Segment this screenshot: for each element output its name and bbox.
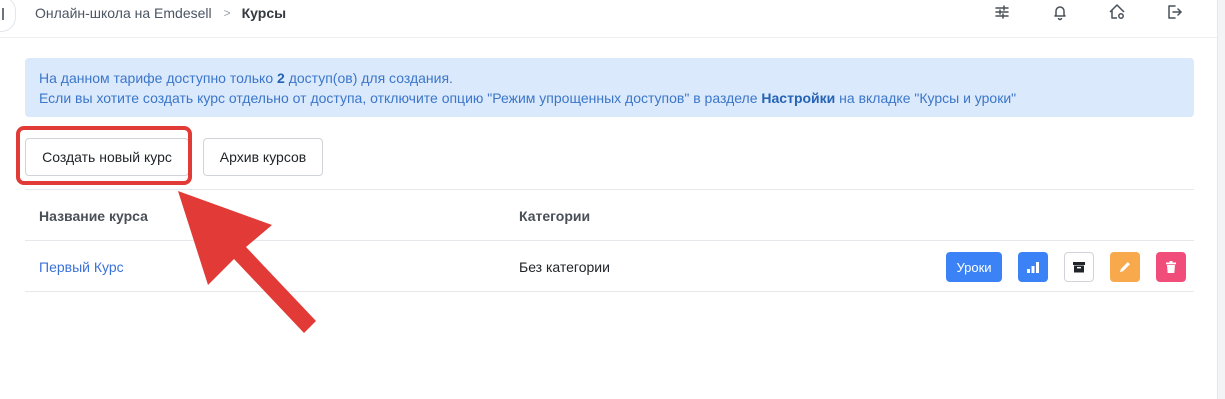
archive-course-button[interactable] bbox=[1064, 252, 1094, 282]
highlight-frame bbox=[16, 126, 192, 185]
course-category: Без категории bbox=[519, 259, 610, 275]
top-bar: Онлайн-школа на Emdesell > Курсы bbox=[0, 0, 1225, 38]
alert-line-2-prefix: Если вы хотите создать курс отдельно от … bbox=[39, 90, 762, 106]
breadcrumb-parent[interactable]: Онлайн-школа на Emdesell bbox=[35, 5, 212, 21]
column-header-name: Название курса bbox=[39, 208, 148, 224]
alert-line-1-prefix: На данном тарифе доступно только bbox=[39, 70, 278, 86]
scrollbar[interactable] bbox=[1217, 0, 1225, 399]
alert-line-1-suffix: доступ(ов) для создания. bbox=[284, 70, 453, 86]
home-settings-icon[interactable] bbox=[1107, 2, 1127, 22]
annotation-arrow bbox=[178, 191, 316, 333]
info-alert: На данном тарифе доступно только 2 досту… bbox=[25, 58, 1194, 117]
column-header-category: Категории bbox=[519, 208, 591, 224]
course-archive-button[interactable]: Архив курсов bbox=[203, 138, 323, 176]
menu-icon bbox=[2, 8, 4, 20]
bell-icon[interactable] bbox=[1050, 2, 1070, 22]
bar-chart-icon bbox=[1027, 262, 1039, 273]
settings-link[interactable]: Настройки bbox=[761, 90, 835, 106]
statistics-button[interactable] bbox=[1018, 252, 1048, 282]
alert-access-count: 2 bbox=[277, 70, 285, 86]
breadcrumb-separator: > bbox=[223, 6, 231, 20]
alert-line-2-suffix: на вкладке "Курсы и уроки" bbox=[835, 90, 1017, 106]
archive-box-icon bbox=[1073, 262, 1085, 273]
lessons-button[interactable]: Уроки bbox=[946, 252, 1002, 282]
logout-icon[interactable] bbox=[1164, 2, 1184, 22]
sidebar-toggle-button[interactable] bbox=[0, 0, 16, 32]
delete-course-button[interactable] bbox=[1156, 252, 1186, 282]
breadcrumb-current: Курсы bbox=[241, 5, 287, 21]
alert-line-2: Если вы хотите создать курс отдельно от … bbox=[39, 88, 1180, 108]
edit-course-button[interactable] bbox=[1110, 252, 1140, 282]
page: Онлайн-школа на Emdesell > Курсы На данн… bbox=[0, 0, 1225, 399]
trash-icon bbox=[1166, 261, 1176, 273]
sliders-icon[interactable] bbox=[992, 2, 1012, 22]
alert-line-1: На данном тарифе доступно только 2 досту… bbox=[39, 68, 1180, 88]
course-name-link[interactable]: Первый Курс bbox=[39, 259, 124, 275]
pencil-icon bbox=[1120, 262, 1130, 272]
breadcrumb: Онлайн-школа на Emdesell > Курсы bbox=[35, 4, 286, 22]
